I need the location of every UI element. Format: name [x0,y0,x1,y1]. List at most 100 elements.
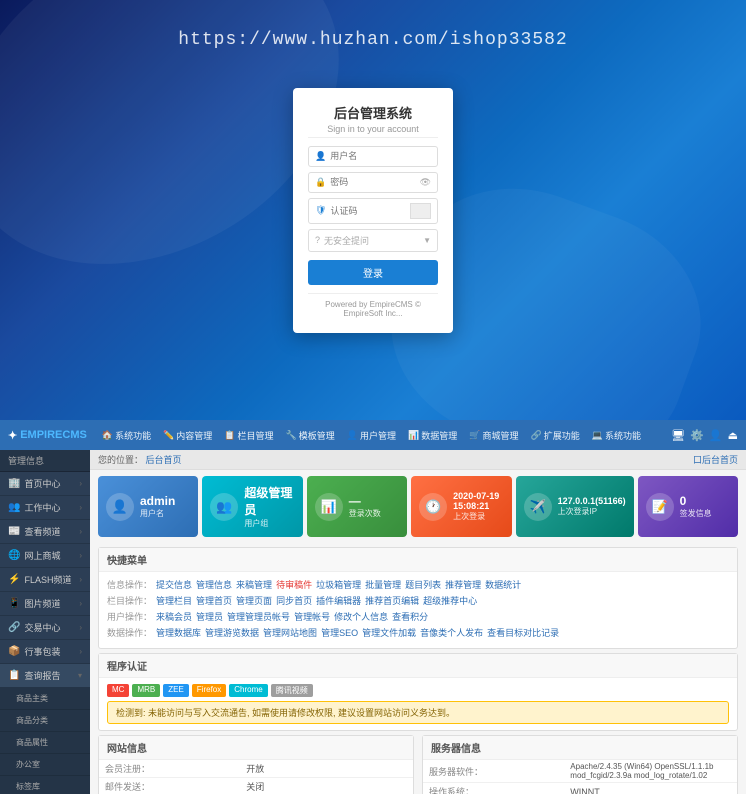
nav-ext[interactable]: 🔗 扩展功能 [525,426,584,445]
nav-column[interactable]: 📋 栏目管理 [219,426,278,445]
nav-items: 🏠 系统功能 ✏️ 内容管理 📋 栏目管理 🔧 模板管理 👤 用户管理 📊 [97,426,671,445]
quick-link-plugin[interactable]: 插件编辑器 [316,594,361,607]
server-info-block: 服务器信息 服务器软件： Apache/2.4.35 (Win64) OpenS… [422,735,738,794]
sidebar-item-image[interactable]: 📱 图片频道 › [0,592,90,616]
user-avatar-icon[interactable]: 👤 [709,429,723,442]
report-icon: 📋 [8,670,20,681]
sidebar-sub-office[interactable]: 办公室 [0,754,90,776]
edit-mode-label[interactable]: 口后台首页 [693,453,738,466]
nav-sysm[interactable]: 💻 系统功能 [587,426,646,445]
quick-link-file-load[interactable]: 管理文件加载 [362,626,416,639]
quick-link-rec-edit[interactable]: 推荐首页编辑 [365,594,419,607]
shield-icon: 🛡 [315,205,326,216]
username-label: 用户名 [140,508,190,519]
quick-link-db[interactable]: 管理数据库 [156,626,201,639]
sidebar-item-shop[interactable]: 🌐 网上商城 › [0,544,90,568]
tag-tencent[interactable]: 腾讯视频 [271,684,313,697]
quick-link-manage[interactable]: 管理信息 [196,578,232,591]
stat-sign: 📝 0 签发信息 [638,476,738,537]
sidebar-sub-goods-main[interactable]: 商品主类 [0,688,90,710]
nav-content[interactable]: ✏️ 内容管理 [158,426,217,445]
captcha-input[interactable] [330,206,409,216]
site-reg-value: 开放 [240,760,413,778]
quick-link-admin[interactable]: 管理员 [196,610,223,623]
sidebar-sub-tags[interactable]: 标签库 [0,776,90,794]
quick-link-topic[interactable]: 题目列表 [405,578,441,591]
sidebar-item-work[interactable]: 👥 工作中心 › [0,496,90,520]
brand-name: EMPIRECMS [20,429,87,441]
password-input[interactable] [330,177,419,187]
quick-link-audio[interactable]: 音像类个人发布 [420,626,483,639]
nav-shop[interactable]: 🛒 商城管理 [464,426,523,445]
trade-icon: 🔗 [8,622,20,633]
quick-link-stats[interactable]: 数据统计 [485,578,521,591]
sidebar-sub-goods-attr[interactable]: 商品属性 [0,732,90,754]
sidebar-header: 管理信息 [0,450,90,472]
quick-link-points[interactable]: 查看积分 [392,610,428,623]
nav-system[interactable]: 🏠 系统功能 [97,426,156,445]
brand-e: ✦ [8,429,17,442]
flash-icon: ⚡ [8,574,20,585]
sidebar-item-flash[interactable]: ⚡ FLASH频道 › [0,568,90,592]
captcha-image[interactable] [410,203,431,219]
srv-os-label: 操作系统： [423,783,564,794]
tasks-title: 程序认证 [99,654,737,678]
nav-data[interactable]: 📊 数据管理 [403,426,462,445]
tag-zee[interactable]: ZEE [163,684,189,697]
sidebar-item-channel[interactable]: 📰 查看频道 › [0,520,90,544]
quick-link-submit[interactable]: 提交信息 [156,578,192,591]
quick-link-account[interactable]: 管理帐号 [294,610,330,623]
sidebar-item-pkg[interactable]: 📦 行事包装 › [0,640,90,664]
quick-link-sync[interactable]: 同步首页 [276,594,312,607]
tasks-body: MC MRB ZEE Firefox Chrome 腾讯视频 检测到: 未能访问… [99,678,737,730]
arrow-icon-7: › [79,623,82,632]
breadcrumb-text: 您的位置： 后台首页 [98,453,182,466]
shop-icon: 🛒 [469,430,480,441]
work-icon: 👥 [8,502,20,513]
quick-link-seo[interactable]: 管理SEO [321,626,358,639]
quick-link-draft[interactable]: 来稿管理 [236,578,272,591]
quick-link-manage-col[interactable]: 管理栏目 [156,594,192,607]
tag-chrome[interactable]: Chrome [229,684,267,697]
quick-link-sitemap[interactable]: 管理网站地图 [263,626,317,639]
url-banner: https://www.huzhan.com/ishop33582 [178,30,567,50]
logout-icon[interactable]: ⏏ [728,429,738,442]
user-stat-icon: 👤 [106,493,134,521]
login-footer: Powered by EmpireCMS © EmpireSoft Inc... [308,293,438,318]
quick-link-browse[interactable]: 管理游览数据 [205,626,259,639]
table-row: 邮件发送： 关闭 [99,778,413,794]
sidebar-item-report[interactable]: 📋 查询报告 ▾ [0,664,90,688]
monitor-icon[interactable]: 🖥 [671,429,685,442]
quick-link-pages[interactable]: 管理页面 [236,594,272,607]
quick-link-admin-account[interactable]: 管理管理员帐号 [227,610,290,623]
quick-link-contrib[interactable]: 来稿会员 [156,610,192,623]
login-button[interactable]: 登录 [308,260,438,285]
settings-icon[interactable]: ⚙️ [690,429,704,442]
quick-link-homepage[interactable]: 管理首页 [196,594,232,607]
tag-mrb[interactable]: MRB [132,684,160,697]
security-question-select[interactable]: ? 无安全提问 ▼ [308,229,438,252]
sidebar-item-home[interactable]: 🏢 首页中心 › [0,472,90,496]
sidebar-item-trade[interactable]: 🔗 交易中心 › [0,616,90,640]
username-input[interactable] [330,151,431,161]
quick-link-target[interactable]: 查看目标对比记录 [487,626,559,639]
nav-user[interactable]: 👤 用户管理 [342,426,401,445]
quick-link-super-rec[interactable]: 超级推荐中心 [423,594,477,607]
password-toggle-icon[interactable]: 👁 [420,177,431,188]
login-card: 后台管理系统 Sign in to your account 👤 🔒 👁 🛡 ?… [293,88,453,333]
sysm-icon: 💻 [592,430,603,441]
nav-template[interactable]: 🔧 模板管理 [281,426,340,445]
quick-link-profile[interactable]: 修改个人信息 [334,610,388,623]
tag-firefox[interactable]: Firefox [192,684,226,697]
quick-link-trash[interactable]: 垃圾箱管理 [316,578,361,591]
tag-mc[interactable]: MC [107,684,129,697]
row-label-0: 信息操作： [107,578,152,591]
sidebar-sub-goods-cat[interactable]: 商品分类 [0,710,90,732]
content-panel: 您的位置： 后台首页 口后台首页 👤 admin 用户名 👥 超级 [90,450,746,794]
stat-login-count: 📊 — 登录次数 [307,476,407,537]
quick-links-title: 快捷菜单 [99,548,737,572]
quick-link-recommend[interactable]: 推荐管理 [445,578,481,591]
quick-link-pending[interactable]: 待审稿件 [276,578,312,591]
user-mgr-icon: 👤 [347,430,358,441]
quick-link-batch[interactable]: 批量管理 [365,578,401,591]
